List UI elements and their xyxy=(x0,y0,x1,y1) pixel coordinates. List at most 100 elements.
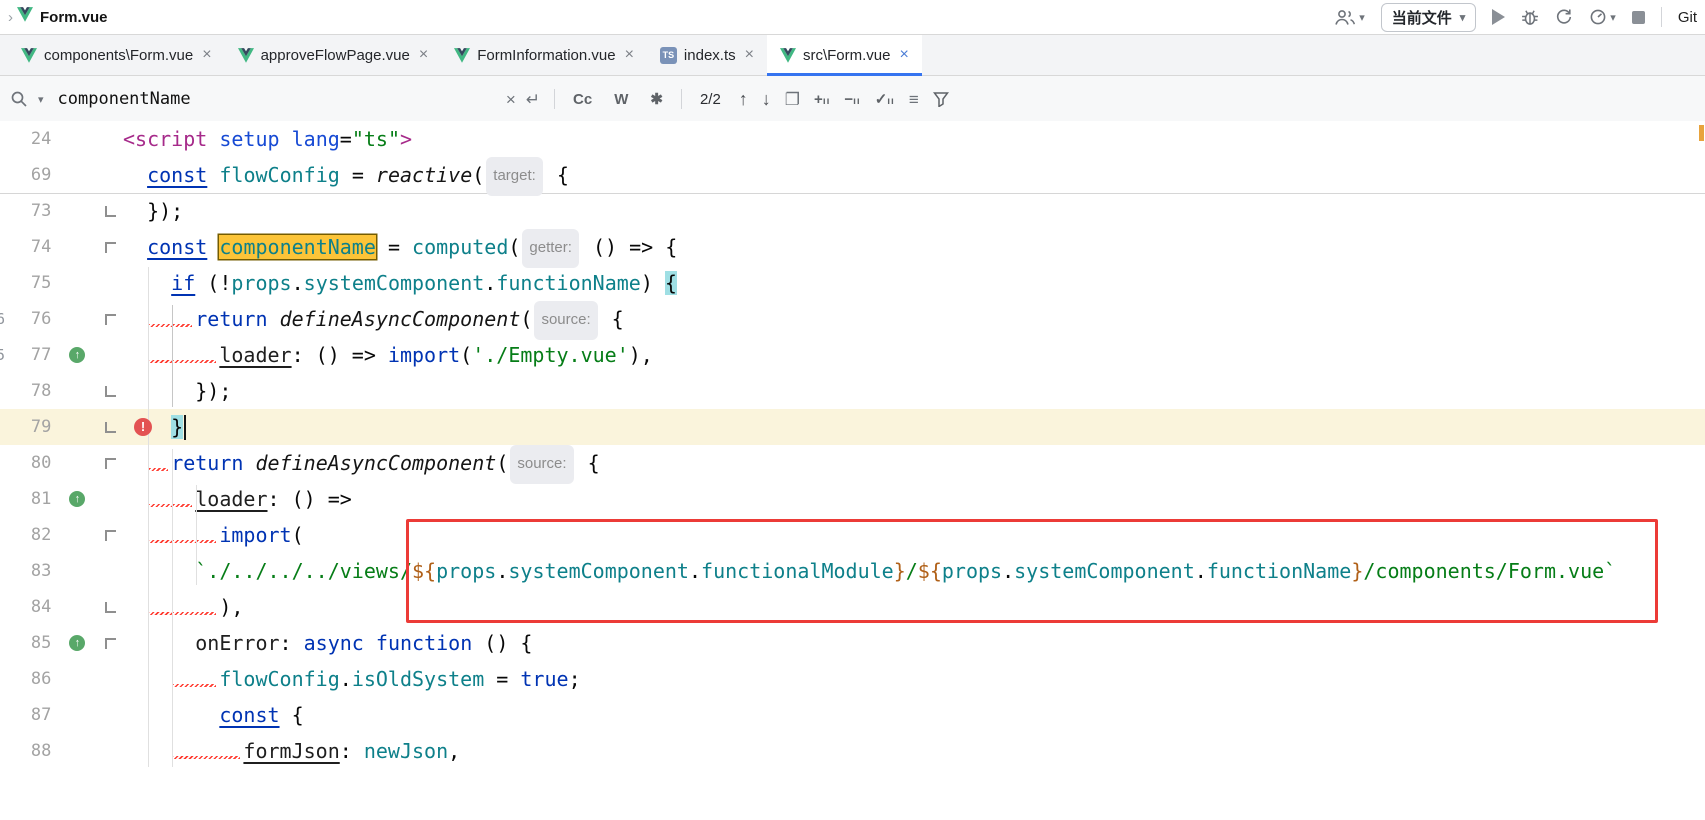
search-input[interactable]: ▾ componentName × ↵ xyxy=(10,89,540,109)
fold-marker-end[interactable] xyxy=(105,386,116,397)
run-configuration-select[interactable]: 当前文件 ▾ xyxy=(1381,3,1477,32)
line-number: 80 xyxy=(0,445,57,481)
code-token: flowConfig xyxy=(219,667,339,691)
stripe-match-mark[interactable] xyxy=(1699,125,1704,141)
fold-marker-start[interactable] xyxy=(105,242,116,253)
code-line-88[interactable]: 88 formJson: newJson, xyxy=(0,733,1705,769)
code-token: . xyxy=(484,271,496,295)
next-match-button[interactable]: ↓ xyxy=(762,89,771,110)
tab-src-form-vue[interactable]: src\Form.vue× xyxy=(767,35,922,75)
code-token xyxy=(123,235,147,259)
newline-icon[interactable]: ↵ xyxy=(526,91,540,108)
code-token xyxy=(123,523,147,547)
code-editor[interactable]: 24<script setup lang="ts">69 const flowC… xyxy=(0,121,1705,820)
clear-search-icon[interactable]: × xyxy=(506,91,516,108)
find-bar: ▾ componentName × ↵ Cc W ✱ 2/2 ↑ ↓ ❐ +ıı… xyxy=(0,76,1705,123)
open-in-find-window-button[interactable]: ❐ xyxy=(785,91,800,108)
code-line-79[interactable]: 79 }! xyxy=(0,409,1705,445)
rerun-circle-icon xyxy=(1555,8,1573,26)
stop-button[interactable] xyxy=(1632,11,1645,24)
whole-words-toggle[interactable]: W xyxy=(610,89,632,110)
view-options-button[interactable]: ≡ xyxy=(909,91,919,108)
code-line-81[interactable]: 81↑ loader: () => xyxy=(0,481,1705,517)
line-number: 78 xyxy=(0,373,57,409)
code-token: systemComponent xyxy=(304,271,485,295)
toolbar-separator xyxy=(1661,7,1662,27)
code-line-87[interactable]: 87 const { xyxy=(0,697,1705,733)
tab-close-icon[interactable]: × xyxy=(419,46,428,64)
code-text: flowConfig.isOldSystem = true; xyxy=(122,661,1705,697)
search-match: componentName xyxy=(219,235,376,259)
gutter: 88 xyxy=(0,733,122,769)
code-token: loader xyxy=(195,487,267,511)
previous-match-button[interactable]: ↑ xyxy=(739,89,748,110)
code-token: = xyxy=(340,127,352,151)
fold-marker-start[interactable] xyxy=(105,530,116,541)
gutter-arrow-badge-icon[interactable]: ↑ xyxy=(69,347,85,363)
code-line-80[interactable]: 80 return defineAsyncComponent(source: { xyxy=(0,445,1705,481)
code-text: }); xyxy=(122,193,1705,229)
code-line-24[interactable]: 24<script setup lang="ts"> xyxy=(0,121,1705,157)
code-token: = xyxy=(340,163,376,187)
code-token: ; xyxy=(569,667,581,691)
code-token: formJson xyxy=(243,739,339,763)
fold-marker-start[interactable] xyxy=(105,458,116,469)
gauge-icon xyxy=(1589,8,1607,26)
chevron-right-icon[interactable]: › xyxy=(8,9,13,26)
code-line-76[interactable]: 76 return defineAsyncComponent(source: {… xyxy=(0,301,1705,337)
tab-close-icon[interactable]: × xyxy=(625,46,634,64)
code-line-75[interactable]: 75 if (!props.systemComponent.functionNa… xyxy=(0,265,1705,301)
code-token: if xyxy=(171,271,195,295)
git-menu[interactable]: Git xyxy=(1678,9,1697,26)
tab-label: approveFlowPage.vue xyxy=(261,47,410,64)
code-with-me-button[interactable]: ▾ xyxy=(1334,9,1365,26)
filter-icon[interactable] xyxy=(933,91,949,107)
code-line-85[interactable]: 85↑ onError: async function () { xyxy=(0,625,1705,661)
add-occurrence-button[interactable]: +ıı xyxy=(814,91,830,108)
profiler-button[interactable]: ▾ xyxy=(1589,8,1616,26)
tab-close-icon[interactable]: × xyxy=(899,46,908,64)
remove-occurrence-button[interactable]: −ıı xyxy=(844,91,860,108)
code-token: { xyxy=(545,163,569,187)
bug-icon xyxy=(1521,8,1539,26)
search-history-chevron-icon[interactable]: ▾ xyxy=(38,93,44,106)
code-token xyxy=(147,523,219,547)
tab-forminformation-vue[interactable]: FormInformation.vue× xyxy=(441,35,647,75)
fold-marker-start[interactable] xyxy=(105,638,116,649)
title-bar: › Form.vue ▾ 当前文件 ▾ xyxy=(0,0,1705,35)
code-line-69[interactable]: 69 const flowConfig = reactive(target: { xyxy=(0,157,1705,193)
line-number: 73 xyxy=(0,193,57,229)
fold-marker-start[interactable] xyxy=(105,314,116,325)
run-button[interactable] xyxy=(1492,9,1505,25)
gutter: 87 xyxy=(0,697,122,733)
gutter-arrow-badge-icon[interactable]: ↑ xyxy=(69,635,85,651)
coverage-button[interactable] xyxy=(1555,8,1573,26)
code-token: function xyxy=(376,631,472,655)
code-token: return xyxy=(195,307,267,331)
search-query-text[interactable]: componentName xyxy=(58,89,496,109)
debug-button[interactable] xyxy=(1521,8,1539,26)
code-line-74[interactable]: 74 const componentName = computed(getter… xyxy=(0,229,1705,265)
fold-marker-end[interactable] xyxy=(105,422,116,433)
gutter: 75 xyxy=(0,265,122,301)
tab-close-icon[interactable]: × xyxy=(745,46,754,64)
code-line-78[interactable]: 78 }); xyxy=(0,373,1705,409)
line-number: 88 xyxy=(0,733,57,769)
code-line-77[interactable]: 77↑ loader: () => import('./Empty.vue'),… xyxy=(0,337,1705,373)
gutter-arrow-badge-icon[interactable]: ↑ xyxy=(69,491,85,507)
code-line-86[interactable]: 86 flowConfig.isOldSystem = true; xyxy=(0,661,1705,697)
code-text: <script setup lang="ts"> xyxy=(122,121,1705,157)
code-token: { xyxy=(280,703,304,727)
fold-marker-end[interactable] xyxy=(105,206,116,217)
code-line-73[interactable]: 73 }); xyxy=(0,193,1705,229)
regex-toggle[interactable]: ✱ xyxy=(646,88,667,110)
tab-approveflowpage-vue[interactable]: approveFlowPage.vue × xyxy=(225,35,442,75)
code-token xyxy=(207,127,219,151)
select-all-occurrences-button[interactable]: ✓ıı xyxy=(875,90,895,108)
tab-components-form-vue[interactable]: components\Form.vue× xyxy=(8,35,225,75)
match-case-toggle[interactable]: Cc xyxy=(569,89,596,110)
fold-marker-end[interactable] xyxy=(105,602,116,613)
code-token: ) xyxy=(641,271,665,295)
tab-close-icon[interactable]: × xyxy=(202,46,211,64)
tab-index-ts[interactable]: TSindex.ts× xyxy=(647,35,767,75)
